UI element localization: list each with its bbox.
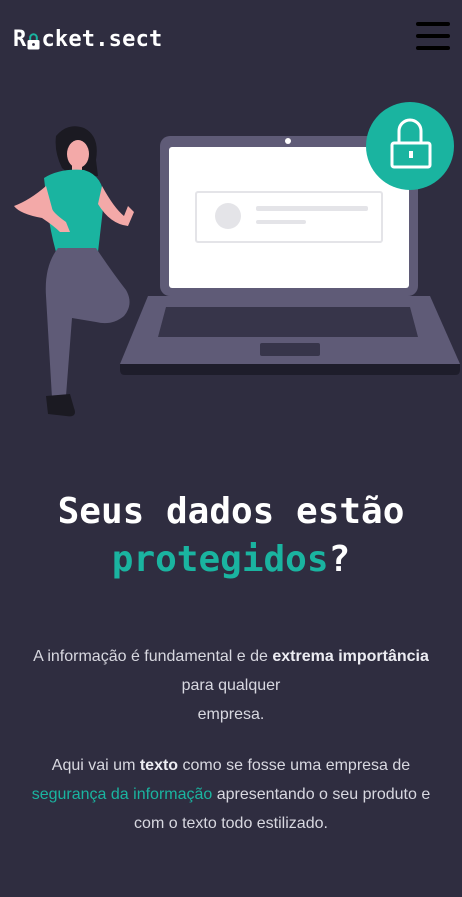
desc-text-4: com o texto todo estilizado. xyxy=(134,815,328,832)
logo-text-end: cket.sect xyxy=(41,27,163,52)
headline-line1: Seus dados estão xyxy=(57,491,405,532)
hamburger-menu-icon[interactable] xyxy=(416,22,450,50)
padlock-icon xyxy=(366,102,454,190)
hero-illustration xyxy=(0,95,462,425)
headline: Seus dados estão protegidos? xyxy=(0,488,462,584)
description-paragraph: Aqui vai um texto como se fosse uma empr… xyxy=(20,751,442,838)
intro-text-2: para qualquer xyxy=(181,677,281,694)
intro-text-3: empresa. xyxy=(197,706,265,723)
logo-lock-icon xyxy=(27,31,40,49)
logo[interactable]: R cket.sect xyxy=(13,27,162,52)
desc-text-1: Aqui vai um xyxy=(51,757,140,774)
headline-line2: protegidos? xyxy=(0,536,462,584)
headline-accent: protegidos xyxy=(111,539,329,580)
logo-text-start: R xyxy=(13,27,27,52)
headline-suffix: ? xyxy=(328,539,351,580)
intro-paragraph: A informação é fundamental e de extrema … xyxy=(20,642,442,729)
intro-bold: extrema importância xyxy=(272,648,429,665)
woman-figure xyxy=(14,126,134,417)
desc-text-3: apresentando o seu produto e xyxy=(212,786,431,803)
desc-bold: texto xyxy=(139,757,179,774)
header: R cket.sect xyxy=(0,0,462,80)
security-link[interactable]: segurança da informação xyxy=(32,786,213,803)
desc-text-2: como se fosse uma empresa de xyxy=(178,757,411,774)
intro-text-1: A informação é fundamental e de xyxy=(33,648,273,665)
